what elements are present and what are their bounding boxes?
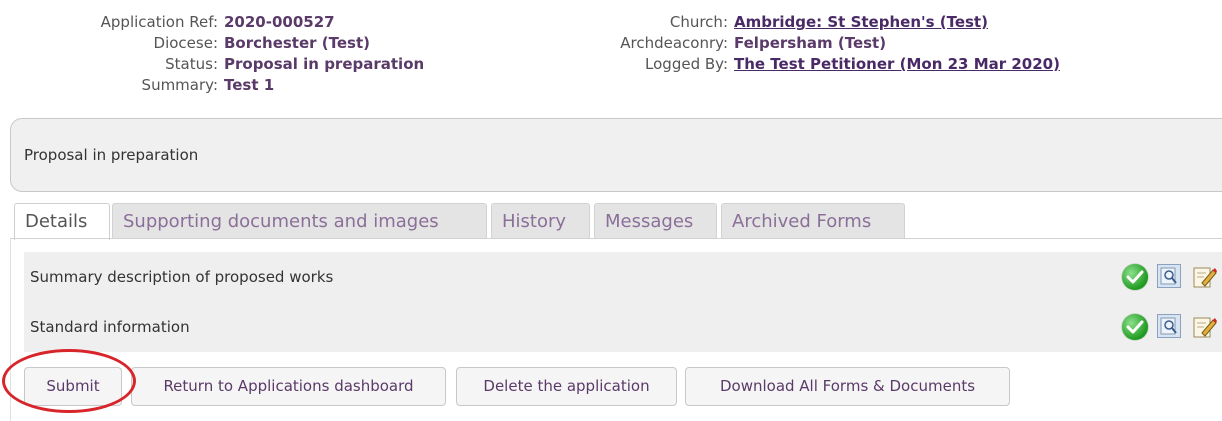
diocese-value: Borchester (Test) [224, 34, 370, 52]
status-value: Proposal in preparation [224, 55, 425, 73]
view-icon[interactable] [1157, 264, 1181, 288]
tab-messages[interactable]: Messages [594, 203, 717, 238]
tab-details[interactable]: Details [14, 203, 110, 240]
application-info-left: Application Ref: 2020-000527 Diocese: Borc… [40, 12, 425, 96]
list-item-label: Standard information [30, 318, 190, 336]
check-icon [1122, 314, 1148, 340]
status-panel-text: Proposal in preparation [24, 146, 199, 164]
application-ref-value: 2020-000527 [224, 13, 335, 31]
application-info-right: Church: Ambridge: St Stephen's (Test) Arc… [430, 12, 1060, 75]
archdeaconry-row: Archdeaconry: Felpersham (Test) [430, 33, 1060, 54]
tab-history[interactable]: History [491, 203, 590, 238]
row-icons [1122, 264, 1222, 290]
diocese-label: Diocese: [153, 34, 218, 52]
archdeaconry-value: Felpersham (Test) [734, 34, 887, 52]
diocese-row: Diocese: Borchester (Test) [40, 33, 424, 54]
status-label: Status: [165, 55, 218, 73]
panel-left-border [10, 238, 11, 421]
church-row: Church: Ambridge: St Stephen's (Test) [430, 12, 1060, 33]
status-panel: Proposal in preparation [10, 118, 1222, 192]
church-link[interactable]: Ambridge: St Stephen's (Test) [734, 13, 988, 31]
delete-application-button[interactable]: Delete the application [456, 367, 677, 406]
application-ref-row: Application Ref: 2020-000527 [40, 12, 424, 33]
summary-value: Test 1 [224, 76, 275, 94]
view-icon[interactable] [1157, 314, 1181, 338]
church-label: Church: [669, 13, 728, 31]
list-item-label: Summary description of proposed works [30, 268, 334, 286]
list-item-summary-description: Summary description of proposed works [24, 252, 1222, 302]
tab-archived-forms[interactable]: Archived Forms [721, 203, 905, 238]
application-ref-label: Application Ref: [100, 13, 218, 31]
status-row: Status: Proposal in preparation [40, 54, 424, 75]
edit-icon[interactable] [1192, 314, 1217, 338]
logged-by-row: Logged By: The Test Petitioner (Mon 23 Ma… [430, 54, 1060, 75]
logged-by-label: Logged By: [645, 55, 728, 73]
logged-by-link[interactable]: The Test Petitioner (Mon 23 Mar 2020) [734, 55, 1060, 73]
return-dashboard-button[interactable]: Return to Applications dashboard [131, 367, 446, 406]
tab-supporting-documents[interactable]: Supporting documents and images [112, 203, 487, 238]
download-all-button[interactable]: Download All Forms & Documents [685, 367, 1010, 406]
edit-icon[interactable] [1192, 264, 1217, 288]
submit-button[interactable]: Submit [24, 367, 122, 406]
summary-row: Summary: Test 1 [40, 75, 424, 96]
tab-divider [10, 238, 1222, 239]
check-icon [1122, 264, 1148, 290]
archdeaconry-label: Archdeaconry: [620, 34, 728, 52]
row-icons [1122, 314, 1222, 340]
list-item-standard-information: Standard information [24, 302, 1222, 352]
summary-label: Summary: [141, 76, 218, 94]
